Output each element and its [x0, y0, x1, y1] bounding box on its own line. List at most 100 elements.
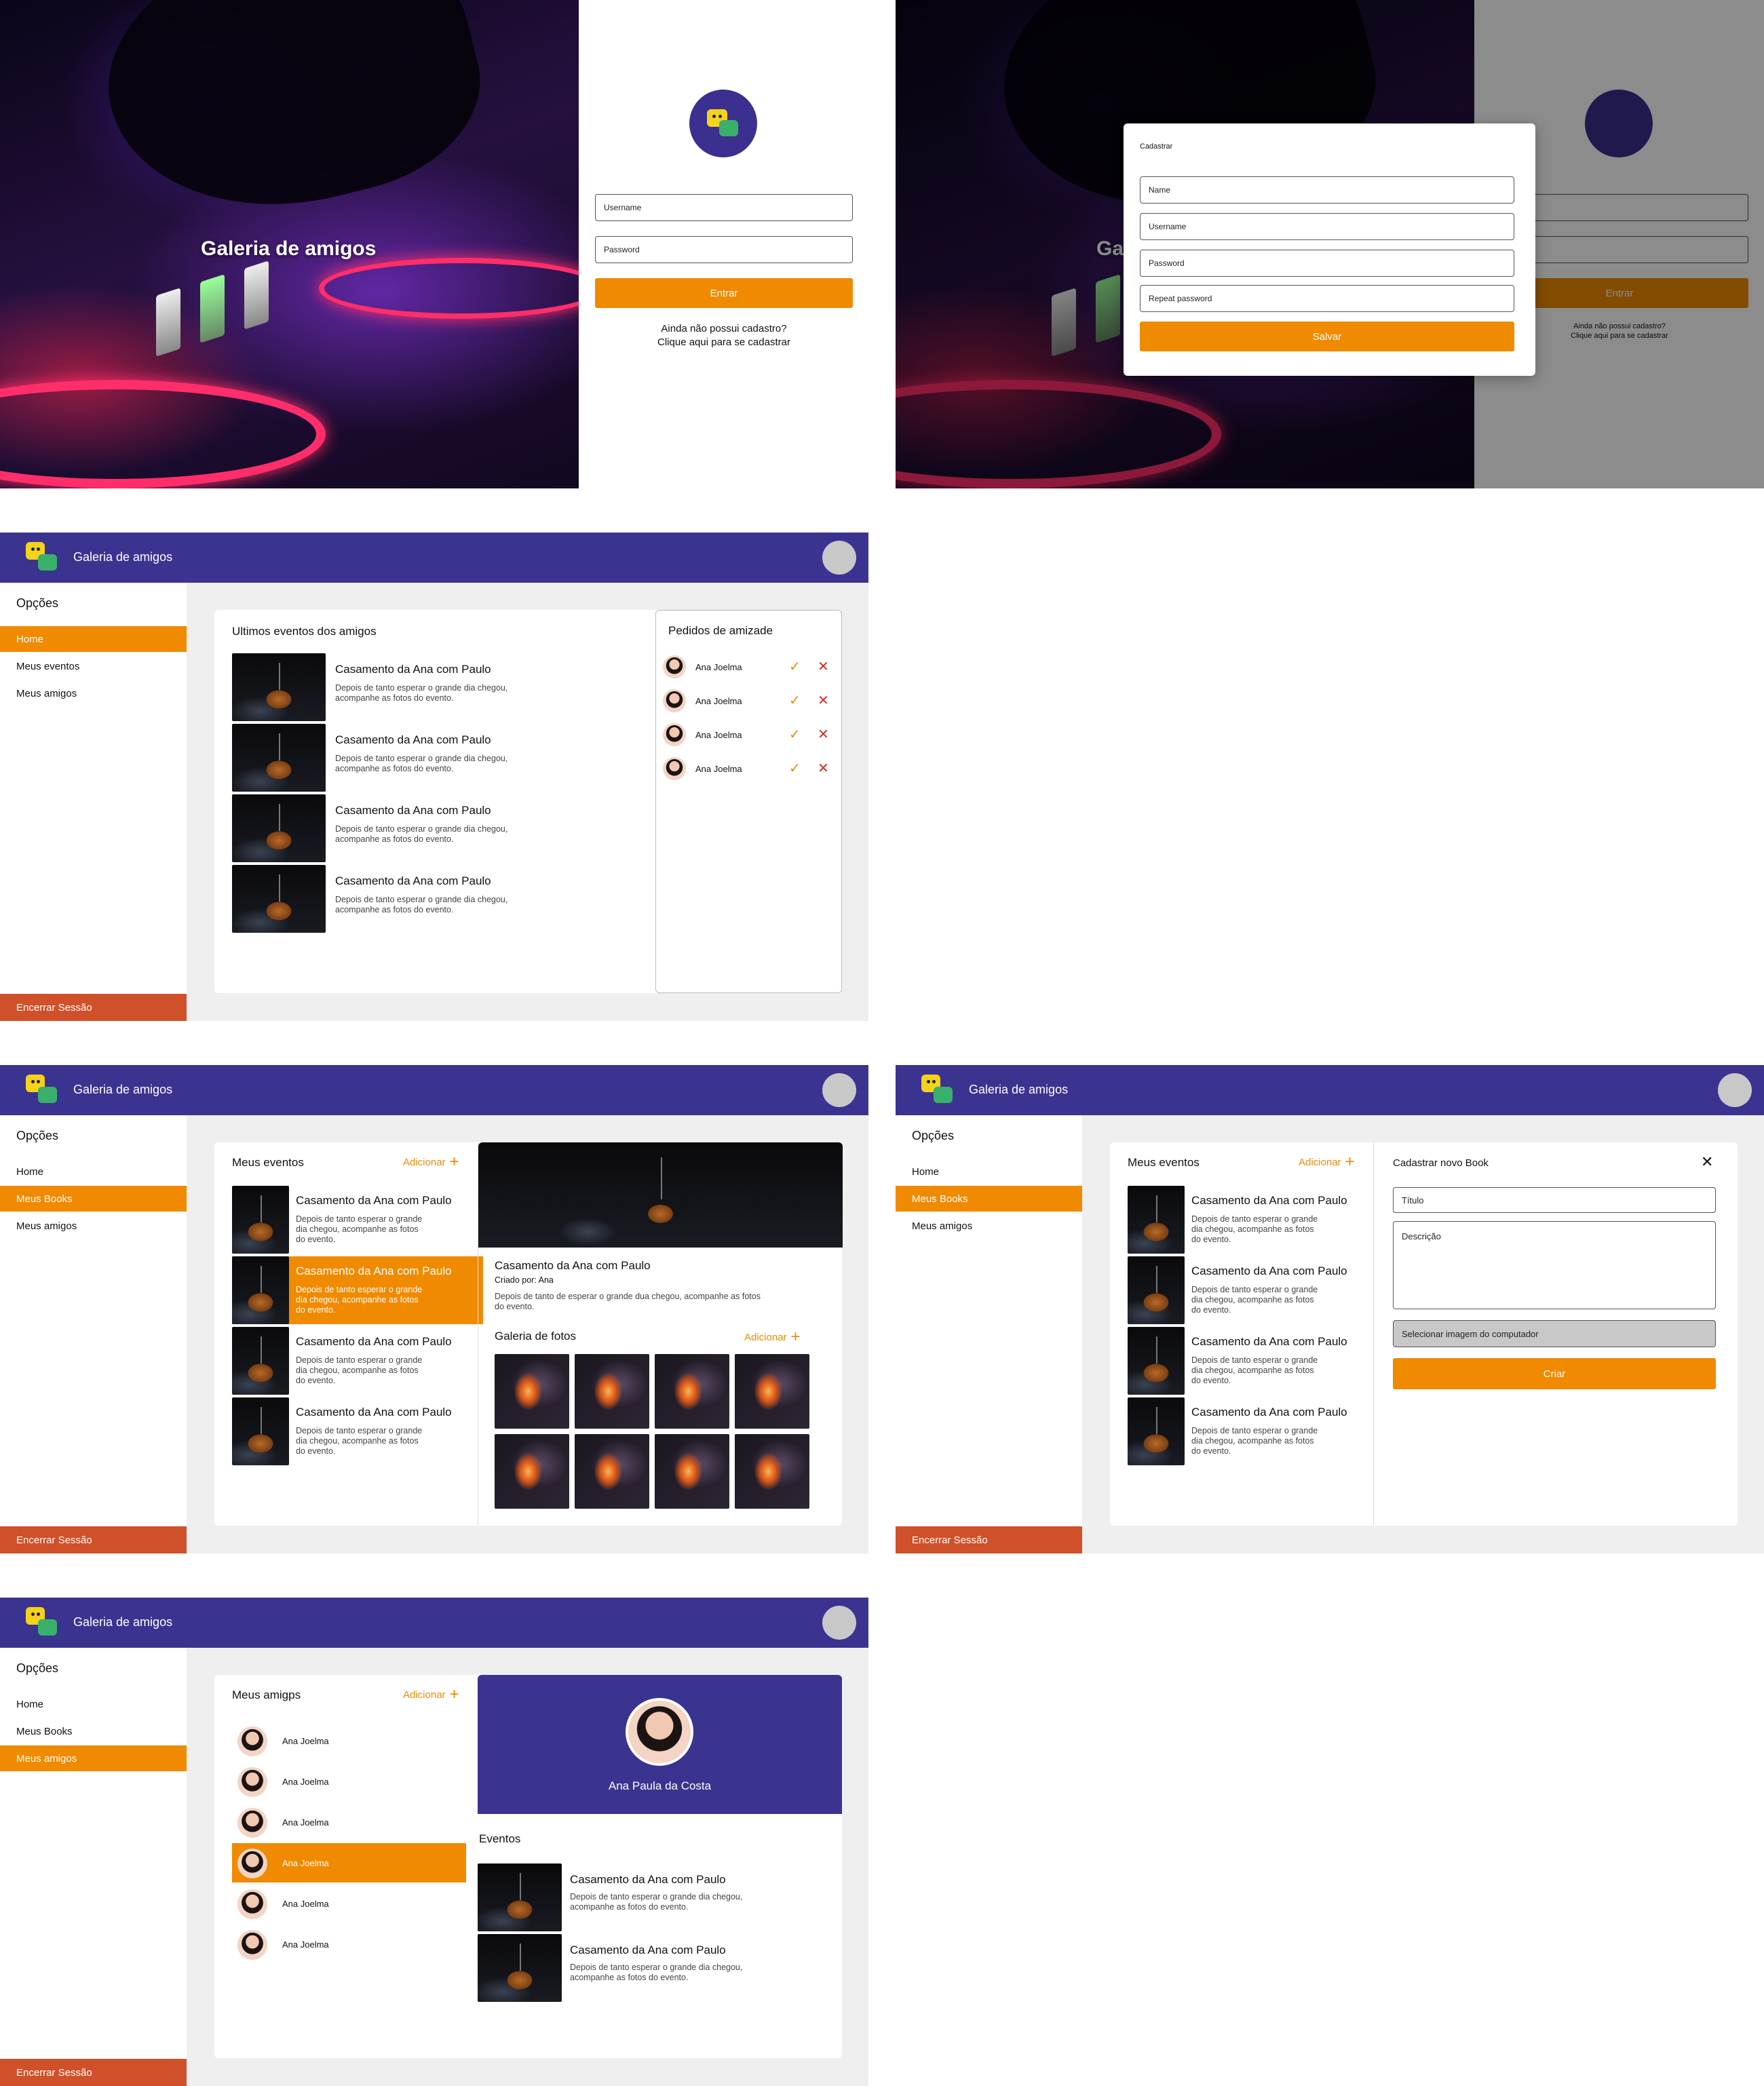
title-input[interactable]: Título: [1393, 1187, 1716, 1213]
book-item[interactable]: Casamento da Ana com Paulo Depois de tan…: [1128, 1256, 1379, 1324]
friend-item[interactable]: Ana Joelma: [232, 1762, 466, 1801]
sidebar-item-my-books[interactable]: Meus Books: [0, 1718, 187, 1744]
book-item[interactable]: Casamento da Ana com Paulo Depois de tan…: [1128, 1397, 1379, 1465]
register-screen: Galeria de amigos Entrar Ainda não possu…: [896, 0, 1764, 488]
logout-button[interactable]: Encerrar Sessão: [0, 994, 187, 1021]
password-input[interactable]: Password: [1140, 250, 1514, 277]
top-bar: Galeria de amigos: [0, 533, 868, 583]
event-item[interactable]: Casamento da Ana com Paulo Depois de tan…: [232, 794, 537, 862]
accept-check-icon[interactable]: ✓: [789, 658, 801, 675]
sidebar-item-my-books[interactable]: Meus Books: [896, 1186, 1082, 1212]
book-item-selected[interactable]: Casamento da Ana com Paulo Depois de tan…: [232, 1256, 483, 1324]
event-thumbnail: [478, 1863, 562, 1931]
profile-name: Ana Paula da Costa: [608, 1779, 712, 1792]
book-thumbnail: [1128, 1256, 1185, 1324]
description-textarea[interactable]: Descrição: [1393, 1221, 1716, 1309]
sidebar: Opções Home Meus eventos Meus amigos Enc…: [0, 583, 187, 1021]
sidebar: Opções Home Meus Books Meus amigos Encer…: [0, 1115, 187, 1553]
book-item[interactable]: Casamento da Ana com Paulo Depois de tan…: [232, 1327, 483, 1395]
friend-profile-panel: Ana Paula da Costa Eventos Casamento da …: [478, 1675, 842, 2058]
gallery-photo[interactable]: [655, 1354, 729, 1429]
form-title: Cadastrar novo Book: [1393, 1157, 1489, 1169]
login-button[interactable]: Entrar: [595, 278, 853, 308]
book-item[interactable]: Casamento da Ana com Paulo Depois de tan…: [1128, 1327, 1379, 1395]
books-screen: Galeria de amigos Opções Home Meus Books…: [0, 1065, 868, 1553]
sidebar-item-my-friends[interactable]: Meus amigos: [0, 1745, 187, 1771]
sidebar-heading: Opções: [16, 1661, 59, 1675]
event-item[interactable]: Casamento da Ana com Paulo Depois de tan…: [232, 724, 537, 792]
plus-icon: +: [449, 1153, 459, 1171]
event-item[interactable]: Casamento da Ana com Paulo Depois de tan…: [478, 1863, 817, 1931]
friend-item[interactable]: Ana Joelma: [232, 1721, 466, 1760]
friend-item[interactable]: Ana Joelma: [232, 1802, 466, 1842]
chat-thumbs-icon: [707, 109, 740, 138]
accept-check-icon[interactable]: ✓: [789, 726, 801, 743]
name-input[interactable]: Name: [1140, 176, 1514, 204]
friend-request: Ana Joelma ✓ ✕: [663, 720, 839, 748]
event-item[interactable]: Casamento da Ana com Paulo Depois de tan…: [232, 653, 537, 721]
reject-x-icon[interactable]: ✕: [818, 658, 829, 675]
repeat-password-input[interactable]: Repeat password: [1140, 285, 1514, 312]
register-link[interactable]: Clique aqui para se cadastrar: [595, 336, 853, 349]
avatar: [237, 1889, 267, 1919]
friend-request: Ana Joelma ✓ ✕: [663, 653, 839, 680]
top-bar: Galeria de amigos: [896, 1065, 1764, 1115]
book-item[interactable]: Casamento da Ana com Paulo Depois de tan…: [232, 1186, 483, 1254]
create-button[interactable]: Criar: [1393, 1358, 1716, 1389]
gallery-photo[interactable]: [655, 1434, 729, 1509]
book-item[interactable]: Casamento da Ana com Paulo Depois de tan…: [1128, 1186, 1379, 1254]
friend-item[interactable]: Ana Joelma: [232, 1884, 466, 1923]
user-avatar[interactable]: [1718, 1073, 1752, 1107]
password-input[interactable]: Password: [595, 236, 853, 263]
add-book-button[interactable]: Adicionar +: [1299, 1154, 1355, 1170]
logout-button[interactable]: Encerrar Sessão: [896, 1526, 1082, 1553]
plus-icon: +: [790, 1328, 801, 1346]
username-input[interactable]: Username: [1140, 213, 1514, 240]
logout-button[interactable]: Encerrar Sessão: [0, 2059, 187, 2086]
friend-item[interactable]: Ana Joelma: [232, 1925, 466, 1964]
username-input[interactable]: Username: [595, 194, 853, 221]
reject-x-icon[interactable]: ✕: [818, 760, 829, 777]
book-item[interactable]: Casamento da Ana com Paulo Depois de tan…: [232, 1397, 483, 1465]
reject-x-icon[interactable]: ✕: [818, 726, 829, 743]
event-item[interactable]: Casamento da Ana com Paulo Depois de tan…: [478, 1934, 817, 2002]
book-thumbnail: [232, 1256, 289, 1324]
events-card: Ultimos eventos dos amigos Casamento da …: [214, 610, 842, 993]
gallery-photo[interactable]: [575, 1434, 649, 1509]
reject-x-icon[interactable]: ✕: [818, 692, 829, 709]
profile-header: Ana Paula da Costa: [478, 1675, 842, 1814]
gallery-photo[interactable]: [495, 1354, 569, 1429]
gallery-photo[interactable]: [735, 1354, 809, 1429]
user-avatar[interactable]: [822, 1073, 856, 1107]
user-avatar[interactable]: [822, 541, 856, 575]
friend-item-selected[interactable]: Ana Joelma: [232, 1843, 466, 1882]
sidebar-heading: Opções: [912, 1129, 955, 1142]
gallery-photo[interactable]: [495, 1434, 569, 1509]
user-avatar[interactable]: [822, 1606, 856, 1640]
sidebar-item-my-friends[interactable]: Meus amigos: [0, 680, 187, 706]
sidebar-item-home[interactable]: Home: [0, 1691, 187, 1717]
accept-check-icon[interactable]: ✓: [789, 760, 801, 777]
close-icon[interactable]: ✕: [1701, 1153, 1713, 1171]
event-item[interactable]: Casamento da Ana com Paulo Depois de tan…: [232, 865, 537, 933]
gallery-photo[interactable]: [735, 1434, 809, 1509]
sidebar-item-my-books[interactable]: Meus Books: [0, 1186, 187, 1212]
add-photo-button[interactable]: Adicionar +: [744, 1328, 801, 1346]
sidebar-item-home[interactable]: Home: [0, 1159, 187, 1184]
sidebar-item-my-friends[interactable]: Meus amigos: [0, 1213, 187, 1239]
app-title: Galeria de amigos: [969, 1083, 1069, 1096]
sidebar-item-home[interactable]: Home: [0, 626, 187, 652]
friend-request: Ana Joelma ✓ ✕: [663, 754, 839, 781]
logout-button[interactable]: Encerrar Sessão: [0, 1526, 187, 1553]
chat-thumbs-icon: [26, 542, 58, 573]
sidebar-item-my-events[interactable]: Meus eventos: [0, 653, 187, 679]
add-book-button[interactable]: Adicionar +: [403, 1153, 459, 1171]
accept-check-icon[interactable]: ✓: [789, 692, 801, 709]
book-author: Criado por: Ana: [495, 1275, 554, 1285]
add-friend-button[interactable]: Adicionar +: [403, 1686, 459, 1703]
save-button[interactable]: Salvar: [1140, 322, 1514, 351]
sidebar-item-my-friends[interactable]: Meus amigos: [896, 1213, 1082, 1239]
gallery-photo[interactable]: [575, 1354, 649, 1429]
sidebar-item-home[interactable]: Home: [896, 1159, 1082, 1184]
select-image-button[interactable]: Selecionar imagem do computador: [1393, 1320, 1716, 1347]
